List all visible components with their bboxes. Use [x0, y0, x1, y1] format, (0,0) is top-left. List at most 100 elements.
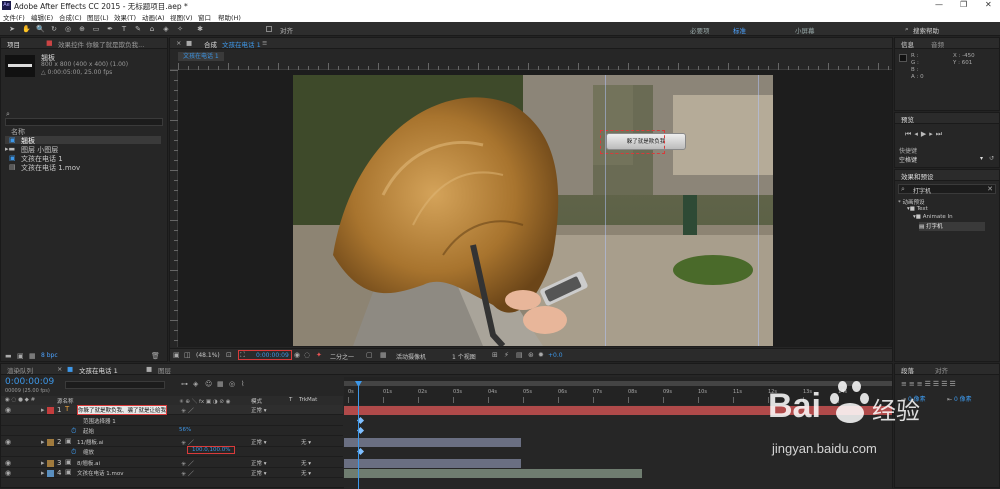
pan-behind-tool-icon[interactable]: ⊕	[78, 25, 86, 33]
workspace-essentials[interactable]: 必要项	[690, 25, 710, 35]
tab-align[interactable]: 对齐	[935, 365, 948, 375]
comp-mini-flowchart-icon[interactable]: ⊶	[181, 380, 188, 388]
graph-editor-icon[interactable]: ⌇	[241, 380, 244, 388]
fast-preview-icon[interactable]: ⚡	[504, 351, 509, 359]
frame-blend-icon[interactable]: ▦	[217, 380, 224, 388]
twirl-icon[interactable]: ▸	[41, 459, 45, 467]
camera-tool-icon[interactable]: ◎	[64, 25, 72, 33]
new-comp-icon[interactable]: ▣	[17, 352, 24, 360]
play-icon[interactable]: ▶	[921, 130, 929, 138]
layer-duration-bar[interactable]	[344, 469, 642, 478]
layer-name[interactable]: 你躲了就是欺负我、骗了就是让给我	[77, 405, 168, 415]
clone-tool-icon[interactable]: ⌂	[148, 25, 156, 33]
tab-audio[interactable]: 音频	[931, 39, 944, 49]
new-folder-icon[interactable]: ▬	[5, 352, 12, 360]
twirl-icon[interactable]: ▸	[41, 469, 45, 477]
mode-dropdown[interactable]: 正常 ▾	[251, 469, 267, 477]
menu-view[interactable]: 视图(V)	[170, 12, 193, 22]
menu-composition[interactable]: 合成(C)	[59, 12, 82, 22]
eye-icon[interactable]: ◉	[5, 469, 11, 477]
tab-info[interactable]: 信息	[901, 39, 914, 49]
grid-icon[interactable]: ◫	[184, 351, 191, 359]
exposure-value[interactable]: +0.0	[548, 352, 563, 359]
menu-effect[interactable]: 效果(T)	[114, 12, 136, 22]
label-color-swatch[interactable]	[47, 407, 54, 414]
tab-preview[interactable]: 预览	[901, 114, 914, 124]
menu-layer[interactable]: 图层(L)	[87, 12, 109, 22]
tree-item[interactable]: * 动画预设	[898, 198, 925, 206]
column-source-name[interactable]: 源名称	[57, 397, 74, 405]
lock-icon[interactable]: ■	[146, 365, 152, 373]
layer-duration-bar[interactable]	[344, 437, 521, 447]
switches-icon[interactable]: ✳ ／	[181, 406, 194, 415]
rectangle-tool-icon[interactable]: ▭	[92, 25, 100, 33]
exposure-icon[interactable]: ✹	[538, 351, 544, 359]
stopwatch-icon[interactable]: ⏱	[71, 448, 76, 457]
eye-icon[interactable]: ◉	[5, 406, 11, 414]
eye-icon[interactable]: ◉	[5, 459, 11, 467]
first-frame-icon[interactable]: ⏮	[905, 130, 914, 138]
layer-name[interactable]: 范围选择器 1	[83, 417, 116, 425]
tab-composition[interactable]: 文孩在电话 1	[222, 39, 261, 49]
shy-icon[interactable]: ☺	[205, 380, 212, 388]
property-row[interactable]: 范围选择器 1	[1, 416, 343, 426]
text-layer-bounds[interactable]	[600, 130, 665, 154]
camera-dropdown[interactable]: 活动摄像机	[396, 352, 426, 361]
eraser-tool-icon[interactable]: ◈	[162, 25, 170, 33]
timeline-icon[interactable]: ▤	[516, 351, 523, 359]
layer-row[interactable]: ◉ ▸ 1 T 你躲了就是欺负我、骗了就是让给我 ✳ ／ 正常 ▾	[1, 405, 343, 415]
menu-window[interactable]: 窗口	[198, 12, 211, 22]
minimize-icon[interactable]: —	[935, 0, 943, 9]
trkmat-dropdown[interactable]: 无 ▾	[301, 469, 311, 477]
eye-icon[interactable]: ◉	[5, 438, 11, 446]
list-item[interactable]: ▣ 翘板	[5, 136, 161, 145]
composition-frame[interactable]: 躲了就是欺负我	[293, 75, 773, 346]
tab-layer[interactable]: 图层	[158, 365, 171, 375]
column-trkmat[interactable]: TrkMat	[299, 397, 317, 403]
loop-icon[interactable]: ↺	[989, 155, 994, 162]
puppet-tool-icon[interactable]: ✱	[196, 25, 204, 33]
always-preview-icon[interactable]: ▣	[173, 351, 180, 359]
hand-tool-icon[interactable]: ✋	[22, 25, 31, 33]
playhead[interactable]	[358, 381, 359, 489]
property-value[interactable]: 56%	[179, 427, 191, 433]
mode-dropdown[interactable]: 正常 ▾	[251, 406, 267, 414]
trkmat-dropdown[interactable]: 无 ▾	[301, 438, 311, 446]
list-item[interactable]: ▤ 文孩在电话 1.mov	[5, 163, 161, 172]
flowchart-tab[interactable]: 文孩在电话 1	[178, 52, 224, 61]
clear-icon[interactable]: ✕	[987, 185, 993, 193]
selection-tool-icon[interactable]: ➤	[8, 25, 16, 33]
layer-name[interactable]: 11/翘板.ai	[77, 438, 104, 446]
twirl-icon[interactable]: ▸	[41, 438, 45, 446]
camera-icon[interactable]: ◉	[294, 351, 300, 359]
trash-icon[interactable]: 🗑	[151, 352, 160, 360]
current-time-display[interactable]: 0:00:00:09	[256, 352, 289, 359]
list-item[interactable]: ▣ 文孩在电话 1	[5, 154, 161, 163]
property-row[interactable]: 缩放 100.0,100.0% ⏱	[1, 446, 343, 457]
search-icon[interactable]: ⌕	[905, 25, 909, 34]
color-icon[interactable]: ✦	[316, 351, 322, 359]
stopwatch-icon[interactable]: ⏱	[71, 427, 76, 436]
transparency-grid-icon[interactable]: ▦	[380, 351, 387, 359]
mode-dropdown[interactable]: 正常 ▾	[251, 438, 267, 446]
menu-animation[interactable]: 动画(A)	[142, 12, 165, 22]
tab-project[interactable]: 项目	[7, 39, 20, 49]
list-item[interactable]: ▸▬ 图层 小图层	[5, 145, 161, 154]
resolution-dropdown[interactable]: 二分之一	[330, 352, 354, 361]
layer-name[interactable]: 8/翘板.ai	[77, 459, 100, 467]
effects-search-input[interactable]: ⌕ 打字机 ✕	[898, 184, 996, 195]
toggle-pixel-icon[interactable]: ⊞	[492, 351, 498, 359]
label-color-swatch[interactable]	[47, 438, 54, 446]
menu-help[interactable]: 帮助(H)	[218, 12, 241, 22]
lock-icon[interactable]: ■	[186, 39, 192, 47]
workspace-standard[interactable]: 标准	[733, 25, 746, 35]
tab-render-queue[interactable]: 渲染队列	[7, 365, 33, 375]
flowchart-icon[interactable]: ⊛	[528, 351, 534, 359]
roto-tool-icon[interactable]: ✧	[176, 25, 184, 33]
switches-icon[interactable]: ✳ ／	[181, 459, 194, 468]
zoom-tool-icon[interactable]: 🔍	[36, 25, 45, 33]
trkmat-dropdown[interactable]: 无 ▾	[301, 459, 311, 467]
close-icon[interactable]: ×	[57, 365, 62, 373]
tab-paragraph[interactable]: 段落	[901, 365, 914, 375]
property-value[interactable]: 100.0,100.0%	[187, 446, 236, 454]
